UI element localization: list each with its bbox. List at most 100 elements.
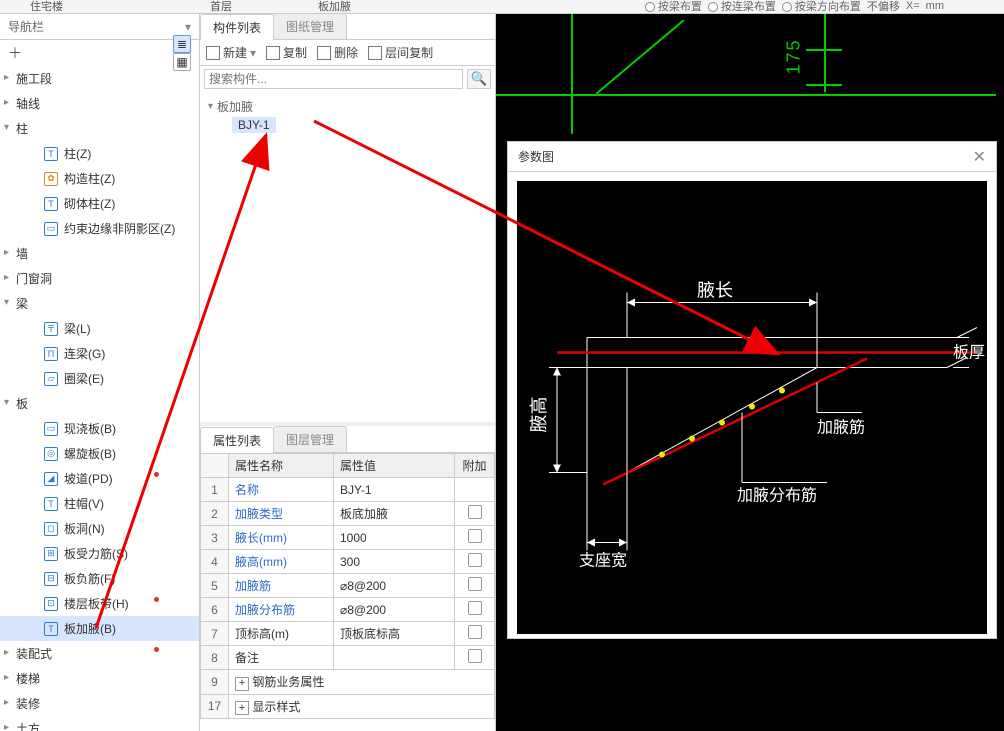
expander-icon[interactable]: + <box>235 701 249 715</box>
table-row[interactable]: 17+ 显示样式 <box>201 694 495 719</box>
table-row[interactable]: 1名称BJY-1 <box>201 478 495 502</box>
table-row[interactable]: 8备注 <box>201 646 495 670</box>
append-checkbox[interactable] <box>468 529 482 543</box>
tree-group[interactable]: ▸土方 <box>0 716 199 731</box>
tree-item-icon: ✿ <box>44 172 58 186</box>
copy-icon <box>266 46 280 60</box>
tree-group[interactable]: ▸施工段 <box>0 66 199 91</box>
sidebar-pin-icon[interactable]: ▾ <box>185 20 191 34</box>
param-title: 参数图 <box>518 148 554 165</box>
append-checkbox[interactable] <box>468 649 482 663</box>
opt-4[interactable]: 不偏移 <box>867 0 900 14</box>
tree-item-icon: ◢ <box>44 472 58 486</box>
table-row[interactable]: 2加腋类型板底加腋 <box>201 502 495 526</box>
component-list: ▾板加腋 BJY-1 <box>200 92 495 422</box>
opt-3[interactable]: 按梁方向布置 <box>782 0 861 14</box>
tree-item[interactable]: ⊞板受力筋(S) <box>0 541 199 566</box>
tab-properties[interactable]: 属性列表 <box>200 427 274 453</box>
top-right-options: 按梁布置 按连梁布置 按梁方向布置 不偏移 X= mm <box>645 0 944 14</box>
table-row[interactable]: 7顶标高(m)顶板底标高 <box>201 622 495 646</box>
tab-drawings[interactable]: 图纸管理 <box>273 13 347 39</box>
table-row[interactable]: 9+ 钢筋业务属性 <box>201 670 495 695</box>
tree-item[interactable]: ◢坡道(PD) <box>0 466 199 491</box>
tree-item-label: 梁(L) <box>64 320 91 337</box>
tree-item-icon: ▱ <box>44 372 58 386</box>
lbl-banhou: 板厚 <box>953 344 985 362</box>
search-input[interactable] <box>204 69 463 89</box>
table-row[interactable]: 6加腋分布筋⌀8@200 <box>201 598 495 622</box>
tree-group[interactable]: ▸楼梯 <box>0 666 199 691</box>
tree-item[interactable]: ◻板洞(N) <box>0 516 199 541</box>
component-actions: 新建▾ 复制 删除 层间复制 <box>200 40 495 66</box>
lbl-yegao: 腋高 <box>529 397 549 433</box>
delete-button[interactable]: 删除 <box>317 44 358 61</box>
close-icon[interactable]: ✕ <box>973 147 986 167</box>
component-group[interactable]: ▾板加腋 <box>208 96 487 117</box>
component-item-bjy1[interactable]: BJY-1 <box>232 117 276 133</box>
parameter-popup: 参数图 ✕ <box>507 141 997 639</box>
lbl-mm: mm <box>926 0 944 12</box>
table-row[interactable]: 5加腋筋⌀8@200 <box>201 574 495 598</box>
add-icon[interactable]: ＋ <box>8 43 22 63</box>
tree-item[interactable]: ⊟板负筋(F) <box>0 566 199 591</box>
tab-layers[interactable]: 图层管理 <box>273 426 347 452</box>
prop-head-row: 属性名称 属性值 附加 <box>201 454 495 478</box>
property-panel: 属性列表 图层管理 属性名称 属性值 附加 1名称BJY-12加腋类型板底加腋3… <box>200 422 495 731</box>
append-checkbox[interactable] <box>468 601 482 615</box>
sidebar-title-row: 导航栏 ▾ <box>0 14 199 40</box>
tree-item[interactable]: T柱帽(V) <box>0 491 199 516</box>
expander-icon[interactable]: + <box>235 677 249 691</box>
table-row[interactable]: 4腋高(mm)300 <box>201 550 495 574</box>
opt-2[interactable]: 按连梁布置 <box>708 0 776 14</box>
search-button[interactable]: 🔍 <box>467 69 491 89</box>
tree-item-icon: ▭ <box>44 222 58 236</box>
tab-components[interactable]: 构件列表 <box>200 14 274 40</box>
tree-item-label: 板洞(N) <box>64 520 105 537</box>
view-list-icon[interactable]: ≣ <box>173 35 191 53</box>
tree-group[interactable]: ▸轴线 <box>0 91 199 116</box>
param-diagram: 腋长 板厚 腋高 加腋筋 加腋分布筋 支座宽 <box>517 181 987 634</box>
append-checkbox[interactable] <box>468 625 482 639</box>
tree-group[interactable]: ▾板 <box>0 391 199 416</box>
opt-1[interactable]: 按梁布置 <box>645 0 702 14</box>
tree-item[interactable]: T砌体柱(Z) <box>0 191 199 216</box>
tree-group[interactable]: ▸墙 <box>0 241 199 266</box>
tree-item[interactable]: T板加腋(B) <box>0 616 199 641</box>
tree-item[interactable]: ▭约束边缘非阴影区(Z) <box>0 216 199 241</box>
nav-tree: ▸施工段▸轴线▾柱T柱(Z)✿构造柱(Z)T砌体柱(Z)▭约束边缘非阴影区(Z)… <box>0 66 199 731</box>
tree-item-label: 砌体柱(Z) <box>64 195 115 212</box>
tree-item[interactable]: T柱(Z) <box>0 141 199 166</box>
cad-t-line3 <box>824 14 826 92</box>
tree-item[interactable]: ▱圈梁(E) <box>0 366 199 391</box>
cad-v-line <box>571 14 573 134</box>
tree-item-icon: ▭ <box>44 422 58 436</box>
tb-field2: 首层 <box>210 0 232 14</box>
tree-group[interactable]: ▾柱 <box>0 116 199 141</box>
new-button[interactable]: 新建▾ <box>206 44 256 61</box>
tree-item-label: 连梁(G) <box>64 345 105 362</box>
append-checkbox[interactable] <box>468 505 482 519</box>
table-row[interactable]: 3腋长(mm)1000 <box>201 526 495 550</box>
cad-diag-line <box>596 20 686 96</box>
mid-panel: 构件列表 图纸管理 新建▾ 复制 删除 层间复制 🔍 ▾板加腋 BJY-1 属性… <box>200 14 496 731</box>
tree-item[interactable]: 〒梁(L) <box>0 316 199 341</box>
tree-item[interactable]: ◎螺旋板(B) <box>0 441 199 466</box>
tree-group[interactable]: ▸门窗洞 <box>0 266 199 291</box>
tree-group[interactable]: ▾梁 <box>0 291 199 316</box>
tree-item-icon: T <box>44 622 58 636</box>
append-checkbox[interactable] <box>468 553 482 567</box>
tree-group[interactable]: ▸装配式 <box>0 641 199 666</box>
component-tabs: 构件列表 图纸管理 <box>200 14 495 40</box>
dim-175: 175 <box>784 38 805 74</box>
tree-item-icon: T <box>44 147 58 161</box>
tree-group[interactable]: ▸装修 <box>0 691 199 716</box>
tree-item[interactable]: П连梁(G) <box>0 341 199 366</box>
copy-button[interactable]: 复制 <box>266 44 307 61</box>
property-table: 属性名称 属性值 附加 1名称BJY-12加腋类型板底加腋3腋长(mm)1000… <box>200 453 495 719</box>
tree-item[interactable]: ⊡楼层板带(H) <box>0 591 199 616</box>
append-checkbox[interactable] <box>468 577 482 591</box>
tree-item[interactable]: ✿构造柱(Z) <box>0 166 199 191</box>
floorcopy-button[interactable]: 层间复制 <box>368 44 433 61</box>
tree-item-icon: ⊡ <box>44 597 58 611</box>
tree-item[interactable]: ▭现浇板(B) <box>0 416 199 441</box>
